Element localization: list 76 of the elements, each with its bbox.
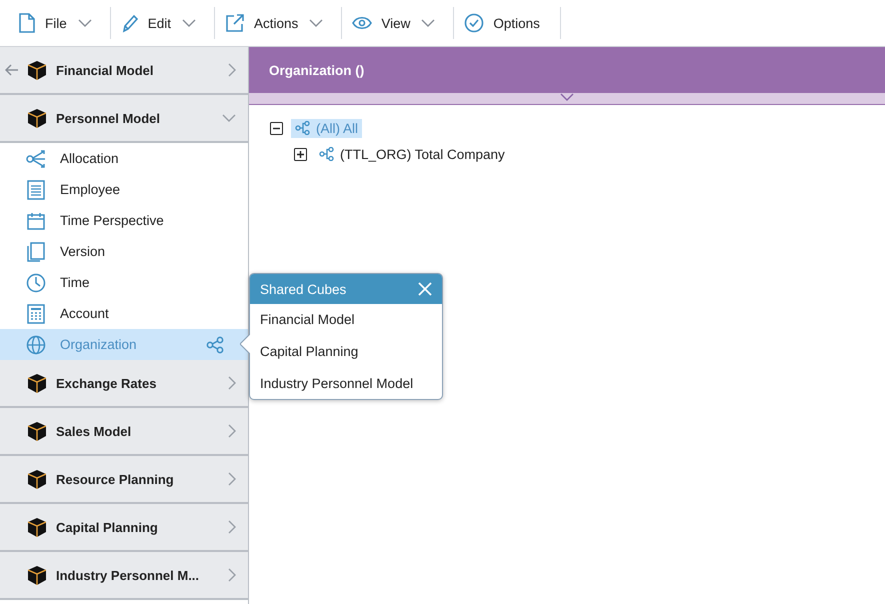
model-name: Sales Model [56, 424, 132, 438]
list-icon [26, 180, 46, 200]
cube-icon [28, 374, 46, 392]
chevron-right-icon [228, 472, 236, 486]
shared-cube-item[interactable]: Industry Personnel Model [260, 374, 442, 393]
dimension-name: Version [60, 244, 106, 259]
dimension-name: Time Perspective [60, 213, 165, 228]
model-header[interactable]: Sales Model [0, 408, 248, 456]
model-header[interactable]: Resource Planning [0, 456, 248, 504]
toolbar-button[interactable]: View [342, 7, 454, 39]
model-name: Exchange Rates [56, 376, 158, 390]
cube-icon [28, 518, 46, 536]
cube-icon [28, 470, 46, 488]
dimension-item[interactable]: Allocation [0, 143, 248, 174]
model-header[interactable]: Exchange Rates [0, 360, 248, 408]
back-arrow-icon [5, 64, 19, 76]
close-icon[interactable] [418, 282, 432, 296]
model-name: Personnel Model [56, 110, 162, 126]
globe-icon [26, 334, 46, 354]
toolbar-button[interactable]: Options [454, 7, 561, 39]
model-name: Industry Personnel M... [56, 568, 200, 582]
calculator-icon [26, 304, 46, 324]
model-header[interactable]: Financial Model [0, 47, 248, 95]
model-name: Capital Planning [56, 520, 159, 534]
panel-title: Organization () [269, 62, 364, 78]
hierarchy-icon [319, 147, 335, 161]
share-icon[interactable] [206, 336, 224, 354]
dimension-name: Time [60, 275, 90, 290]
chevron-right-icon [228, 568, 236, 582]
expand-toggle[interactable] [294, 148, 307, 160]
model-name: Resource Planning [56, 472, 175, 486]
chevron-right-icon [228, 520, 236, 534]
dimension-item[interactable]: Version [0, 236, 248, 267]
dimension-item[interactable]: Time Perspective [0, 205, 248, 236]
popup-title: Shared Cubes [260, 282, 346, 296]
pencil-icon [120, 13, 139, 33]
caret-icon [309, 19, 324, 27]
dimension-name: Allocation [60, 151, 120, 166]
chevron-right-icon [228, 424, 236, 438]
external-link-icon [225, 13, 246, 33]
toolbar-button[interactable]: Edit [110, 7, 216, 39]
dimension-item[interactable]: Employee [0, 174, 248, 205]
dimension-item[interactable]: Account [0, 298, 248, 329]
chevron-right-icon [228, 376, 236, 390]
dimension-name: Account [60, 306, 110, 321]
toolbar-button[interactable]: Actions [215, 7, 342, 39]
file-icon [18, 13, 36, 33]
cube-icon [28, 422, 46, 440]
eye-icon [352, 16, 372, 30]
calendar-icon [26, 212, 46, 230]
hierarchy-icon [295, 121, 311, 135]
tree-node[interactable]: (TTL_ORG) Total Company [315, 144, 509, 164]
cube-icon [28, 108, 46, 128]
caret-icon [78, 19, 92, 27]
toolbar-button[interactable]: File [8, 7, 111, 39]
copy-icon [26, 242, 46, 262]
model-header[interactable]: Capital Planning [0, 504, 248, 552]
dimension-name: Organization [60, 337, 138, 352]
expand-toggle[interactable] [270, 122, 283, 134]
chevron-down-icon [560, 93, 574, 101]
shared-cube-item[interactable]: Financial Model [260, 310, 442, 329]
chevron-right-icon [228, 63, 236, 77]
dimension-name: Employee [60, 182, 122, 197]
caret-icon [421, 19, 436, 27]
branch-icon [26, 150, 46, 168]
check-circle-icon [464, 13, 484, 33]
model-header[interactable]: Personnel Model [0, 95, 248, 143]
model-header[interactable]: Industry Personnel M... [0, 552, 248, 600]
cube-icon [28, 566, 46, 584]
shared-cube-item[interactable]: Capital Planning [260, 342, 442, 361]
collapse-strip[interactable] [249, 93, 885, 105]
cube-icon [28, 60, 46, 80]
clock-icon [26, 272, 46, 292]
model-name: Financial Model [56, 62, 155, 78]
chevron-down-icon [222, 114, 236, 122]
caret-icon [182, 19, 196, 27]
